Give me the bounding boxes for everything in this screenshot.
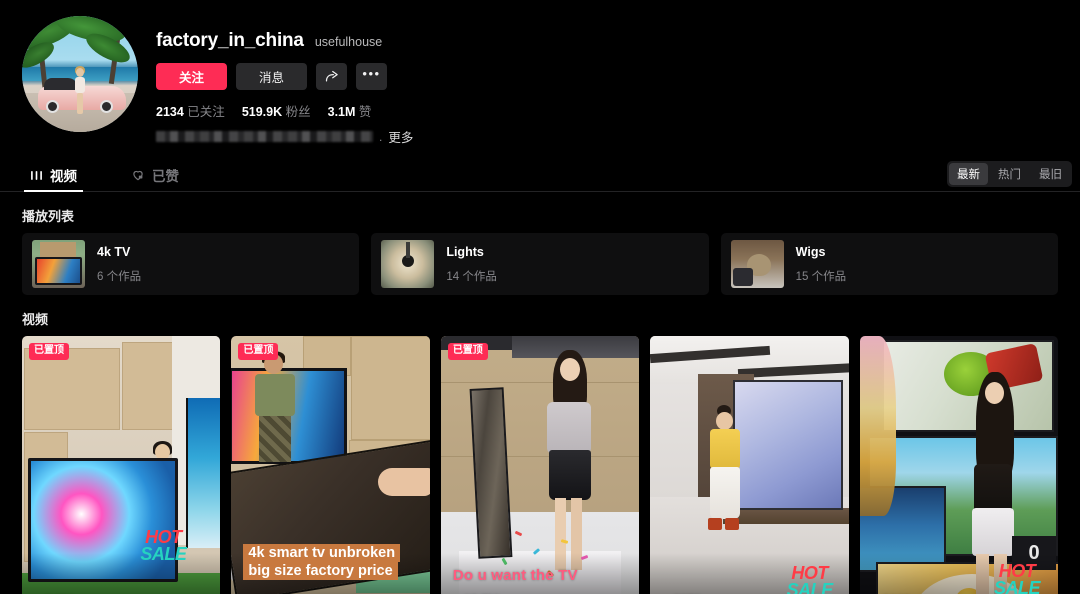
profile-info: factory_in_china usefulhouse 关注 消息 ••• 2…	[156, 16, 413, 146]
hot-sale-sticker: HOT SALE	[140, 526, 187, 564]
grid-icon	[30, 169, 43, 182]
bio-text-redacted	[156, 131, 373, 142]
more-dots-icon: •••	[362, 66, 381, 81]
playlist-thumbnail	[32, 240, 85, 288]
video-card[interactable]: HOTSALE 已置顶 6.9M	[22, 336, 221, 594]
playlist-thumbnail	[730, 240, 784, 288]
playlist-count: 15 个作品	[795, 270, 847, 283]
tab-videos-label: 视频	[50, 169, 77, 184]
sort-popular[interactable]: 热门	[990, 163, 1029, 185]
share-arrow-icon	[324, 69, 339, 84]
message-button[interactable]: 消息	[236, 63, 307, 90]
playlist-name: Wigs	[795, 244, 826, 259]
video-card[interactable]: 已置顶 4k smart tv unbroken big size factor…	[231, 336, 430, 594]
playlist-name: 4k TV	[97, 244, 131, 259]
avatar-image	[22, 16, 138, 132]
hot-sale-sticker: HOT SALE	[994, 560, 1041, 594]
stat-following: 2134 已关注	[156, 105, 225, 119]
heart-lock-icon	[131, 168, 145, 182]
playlist-card[interactable]: Lights 14 个作品	[371, 233, 709, 295]
stat-likes: 3.1M 赞	[327, 105, 372, 119]
playlist-name: Lights	[446, 244, 484, 259]
videos-title: 视频	[22, 312, 49, 327]
profile-action-buttons: 关注 消息 •••	[156, 63, 413, 90]
tab-liked[interactable]: 已赞	[131, 159, 205, 191]
video-caption: Do u want the TV	[452, 566, 578, 584]
playlists-title: 播放列表	[22, 209, 75, 224]
more-options-button[interactable]: •••	[356, 63, 387, 90]
video-card[interactable]: 0 HOTSALE 3169	[859, 336, 1059, 594]
profile-stats: 2134 已关注 519.9K 粉丝 3.1M 赞	[156, 101, 413, 120]
name-row: factory_in_china usefulhouse	[156, 30, 413, 52]
pinned-badge: 已置顶	[29, 343, 69, 360]
video-grid: HOTSALE 已置顶 6.9M 已置顶 4k smar	[0, 336, 1080, 594]
playlist-card[interactable]: 4k TV 6 个作品	[22, 233, 360, 295]
sort-options: 最新 热门 最旧	[947, 161, 1072, 187]
playlist-card[interactable]: Wigs 15 个作品	[720, 233, 1058, 295]
sort-oldest[interactable]: 最旧	[1031, 163, 1070, 185]
profile-page: factory_in_china usefulhouse 关注 消息 ••• 2…	[0, 0, 1080, 594]
hot-sale-sticker: HOT SALE	[786, 562, 834, 594]
profile-bio: . 更多	[156, 127, 413, 146]
page-title: factory_in_china	[156, 30, 304, 51]
video-card[interactable]: 已置顶 Do u want the TV 13.7M	[440, 336, 640, 594]
share-button[interactable]	[316, 63, 347, 90]
playlist-thumbnail	[381, 240, 435, 288]
profile-header: factory_in_china usefulhouse 关注 消息 ••• 2…	[0, 0, 1080, 146]
sort-latest[interactable]: 最新	[949, 163, 988, 185]
pinned-badge: 已置顶	[447, 343, 488, 360]
tab-liked-label: 已赞	[152, 169, 179, 184]
pinned-badge: 已置顶	[238, 343, 279, 360]
playlist-count: 6 个作品	[97, 270, 142, 283]
bio-more-link[interactable]: 更多	[388, 127, 413, 146]
bio-separator: .	[379, 129, 383, 144]
follow-button[interactable]: 关注	[156, 63, 227, 90]
tab-videos[interactable]: 视频	[24, 159, 103, 192]
avatar[interactable]	[22, 16, 138, 132]
playlists-row: 4k TV 6 个作品 Lights 14 个作品 Wigs 15 个作品	[0, 233, 1080, 295]
video-caption: 4k smart tv unbroken big size factory pr…	[243, 543, 417, 581]
profile-nickname: usefulhouse	[314, 35, 383, 49]
profile-tabbar: 视频 已赞 最新 热门 最旧	[0, 160, 1080, 192]
playlist-count: 14 个作品	[446, 270, 497, 283]
video-card[interactable]: HOTSALE 8970	[650, 336, 849, 594]
stat-followers: 519.9K 粉丝	[241, 105, 311, 119]
